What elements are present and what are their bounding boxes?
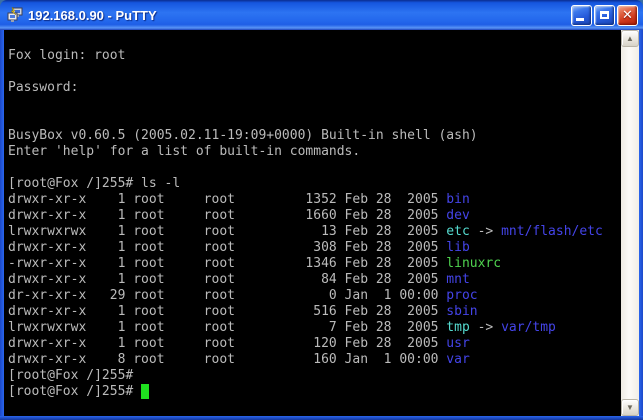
minimize-button[interactable] [571,5,592,26]
terminal-output[interactable]: Fox login: root Password: BusyBox v0.60.… [4,30,621,416]
window-title: 192.168.0.90 - PuTTY [28,8,571,23]
scrollbar-track[interactable] [621,47,639,399]
window-controls: ✕ [571,5,638,26]
scrollbar[interactable]: ▲ ▼ [621,30,639,416]
scroll-up-button[interactable]: ▲ [621,30,639,47]
maximize-icon [600,11,609,19]
close-button[interactable]: ✕ [617,5,638,26]
scroll-down-icon: ▼ [626,404,634,412]
scroll-down-button[interactable]: ▼ [621,399,639,416]
window-border-bottom [0,416,643,420]
minimize-icon [576,18,584,21]
close-icon: ✕ [622,9,633,22]
maximize-button[interactable] [594,5,615,26]
window-border-right [639,30,643,416]
putty-terminals-icon[interactable] [6,6,24,24]
scroll-up-icon: ▲ [626,35,634,43]
titlebar[interactable]: 192.168.0.90 - PuTTY ✕ [0,0,643,30]
putty-window: 192.168.0.90 - PuTTY ✕ Fox login: root P… [0,0,643,420]
